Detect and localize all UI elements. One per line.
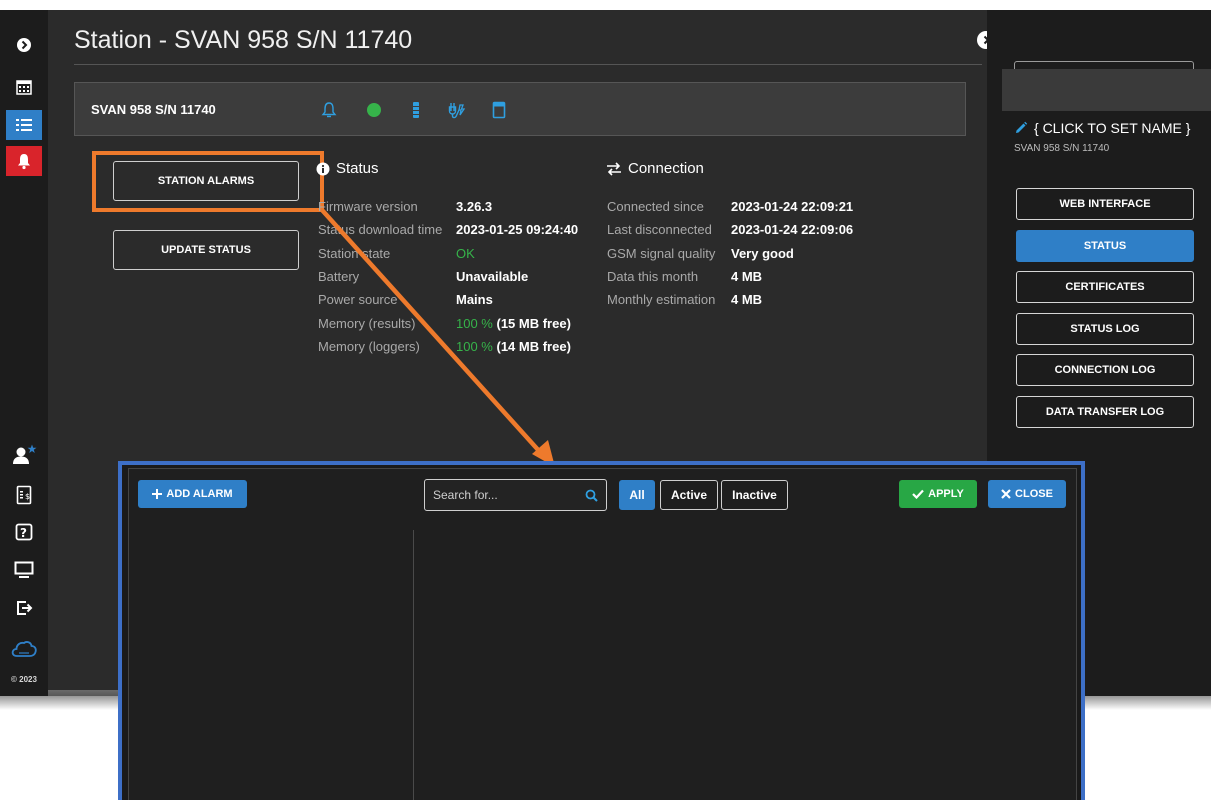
status-heading: Status: [316, 160, 379, 177]
pencil-icon: [1016, 121, 1028, 133]
filter-inactive-button[interactable]: Inactive: [721, 480, 788, 510]
certificates-button[interactable]: CERTIFICATES: [1016, 271, 1194, 303]
alarms-modal: [128, 468, 1077, 800]
battery-icon: [405, 99, 427, 121]
power-plug-icon: [446, 99, 468, 121]
status-label: Battery: [318, 269, 360, 284]
station-alarms-highlight: [92, 151, 324, 212]
connection-label: Last disconnected: [607, 222, 712, 237]
help-icon[interactable]: ?: [6, 517, 42, 547]
list-icon[interactable]: [6, 110, 42, 140]
svg-text:?: ?: [20, 526, 27, 540]
connection-value: 4 MB: [731, 292, 763, 307]
billing-icon[interactable]: $: [6, 480, 42, 510]
memory-results-pct: 100 %: [456, 316, 493, 331]
update-status-button[interactable]: UPDATE STATUS: [113, 230, 299, 270]
web-interface-button[interactable]: WEB INTERFACE: [1016, 188, 1194, 220]
expand-sidebar-icon[interactable]: [6, 30, 42, 60]
close-label: CLOSE: [1015, 488, 1053, 500]
monitor-icon[interactable]: [6, 555, 42, 585]
apply-label: APPLY: [928, 488, 964, 500]
logout-icon[interactable]: [6, 593, 42, 623]
station-subtitle: SVAN 958 S/N 11740: [1014, 143, 1110, 154]
memory-loggers-pct: 100 %: [456, 339, 493, 354]
filter-active-button[interactable]: Active: [660, 480, 718, 510]
status-value: 3.26.3: [456, 199, 493, 214]
status-label: Memory (results): [318, 316, 416, 331]
connection-label: Connected since: [607, 199, 704, 214]
info-icon: [316, 162, 330, 175]
status-value: 2023-01-25 09:24:40: [456, 222, 579, 237]
connection-value: 2023-01-24 22:09:06: [731, 222, 854, 237]
check-icon: [912, 489, 924, 499]
status-value: Mains: [456, 292, 493, 307]
status-ok-dot-icon: [363, 99, 385, 121]
connection-label: Monthly estimation: [607, 292, 716, 307]
set-name-text: { CLICK TO SET NAME }: [1034, 120, 1191, 136]
close-button[interactable]: CLOSE: [988, 480, 1066, 508]
apply-button[interactable]: APPLY: [899, 480, 977, 508]
calendar-icon[interactable]: [6, 72, 42, 102]
status-label: Status download time: [318, 222, 443, 237]
status-label: Memory (loggers): [318, 339, 420, 354]
station-state-value: OK: [456, 246, 475, 261]
status-log-button[interactable]: STATUS LOG: [1016, 313, 1194, 345]
plus-icon: [152, 489, 163, 499]
connection-label: Data this month: [607, 269, 699, 284]
set-name-link[interactable]: { CLICK TO SET NAME }: [1014, 120, 1190, 136]
user-icon[interactable]: [6, 440, 42, 470]
status-heading-text: Status: [336, 160, 379, 177]
station-name: SVAN 958 S/N 11740: [91, 102, 216, 117]
status-value: Unavailable: [456, 269, 529, 284]
modal-column-divider: [413, 530, 414, 800]
exchange-icon: [607, 161, 621, 176]
title-divider: [74, 64, 982, 65]
search-box: [424, 479, 607, 511]
memory-results-value: 100 % (15 MB free): [456, 316, 571, 331]
page-title: Station - SVAN 958 S/N 11740: [74, 26, 413, 54]
copyright-text: © 2023: [11, 675, 37, 684]
redacted-area: [1002, 69, 1211, 111]
filter-all-button[interactable]: All: [619, 480, 655, 510]
data-transfer-log-button[interactable]: DATA TRANSFER LOG: [1016, 396, 1194, 428]
connection-heading-text: Connection: [628, 160, 704, 177]
connection-heading: Connection: [606, 160, 704, 177]
memory-card-icon: [488, 99, 510, 121]
status-label: Firmware version: [318, 199, 418, 214]
status-label: Power source: [318, 292, 398, 307]
connection-value: 4 MB: [731, 269, 763, 284]
cloud-icon[interactable]: [6, 634, 42, 664]
alarm-bell-icon: [318, 99, 340, 121]
add-alarm-label: ADD ALARM: [166, 488, 233, 500]
memory-loggers-free: (14 MB free): [496, 339, 571, 354]
app-root: $ ? © 2023 Station - SVAN 958 S/N 11740 …: [0, 0, 1211, 800]
add-alarm-button[interactable]: ADD ALARM: [138, 480, 247, 508]
search-input[interactable]: [433, 486, 583, 504]
status-button[interactable]: STATUS: [1016, 230, 1194, 262]
search-icon[interactable]: [585, 489, 598, 502]
connection-value: Very good: [731, 246, 794, 261]
alarm-bell-icon[interactable]: [6, 146, 42, 176]
close-icon: [1001, 489, 1011, 499]
memory-results-free: (15 MB free): [496, 316, 571, 331]
connection-value: 2023-01-24 22:09:21: [731, 199, 854, 214]
connection-log-button[interactable]: CONNECTION LOG: [1016, 354, 1194, 386]
station-bar: SVAN 958 S/N 11740: [74, 82, 966, 136]
svg-text:$: $: [25, 492, 30, 501]
status-label: Station state: [318, 246, 391, 261]
memory-loggers-value: 100 % (14 MB free): [456, 339, 571, 354]
connection-label: GSM signal quality: [607, 246, 716, 261]
